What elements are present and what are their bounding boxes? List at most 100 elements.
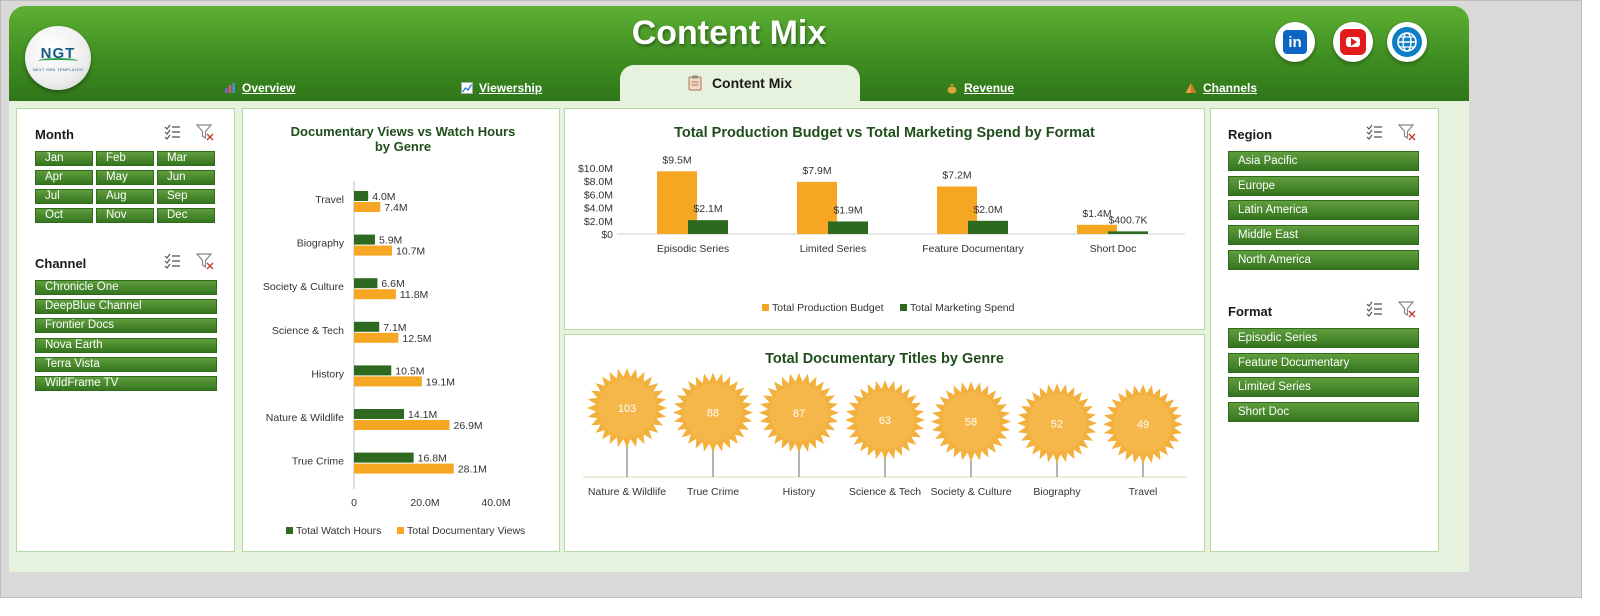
views-label: 26.9M — [453, 420, 482, 432]
marketing-spend-bar — [968, 220, 1008, 234]
month-option-oct[interactable]: Oct — [35, 208, 93, 223]
channel-option[interactable]: DeepBlue Channel — [35, 299, 217, 315]
month-option-jun[interactable]: Jun — [157, 170, 215, 185]
watch-hours-bar — [354, 321, 380, 332]
views-label: 7.4M — [384, 202, 407, 214]
website-button[interactable] — [1387, 22, 1427, 62]
value-label: 88 — [707, 408, 719, 420]
format-slicer-title: Format — [1228, 304, 1273, 319]
x-tick-label: 0 — [351, 497, 357, 509]
month-option-feb[interactable]: Feb — [96, 151, 154, 166]
y-tick-label: $2.0M — [584, 216, 613, 228]
month-option-apr[interactable]: Apr — [35, 170, 93, 185]
marketing-spend-label: $2.1M — [693, 203, 722, 215]
titles-by-genre-panel: Total Documentary Titles by Genre 103 Nat… — [564, 334, 1205, 552]
format-option[interactable]: Feature Documentary — [1228, 352, 1419, 373]
globe-icon — [1392, 27, 1422, 57]
category-label: Nature & Wildlife — [588, 486, 666, 498]
tab-viewership[interactable]: Viewership — [461, 76, 542, 100]
month-option-aug[interactable]: Aug — [96, 189, 154, 204]
budget-marketing-chart: $0$2.0M$4.0M$6.0M$8.0M$10.0M$9.5M$2.1MEp… — [578, 154, 1185, 314]
views-label: 11.8M — [400, 289, 428, 301]
month-option-may[interactable]: May — [96, 170, 154, 185]
region-option[interactable]: Europe — [1228, 175, 1419, 196]
views-label: 10.7M — [396, 246, 425, 258]
y-tick-label: $8.0M — [584, 176, 613, 188]
value-label: 52 — [1051, 418, 1063, 430]
value-label: 63 — [879, 415, 891, 427]
production-budget-label: $9.5M — [662, 154, 691, 166]
format-option[interactable]: Limited Series — [1228, 377, 1419, 398]
x-tick-label: 40.0M — [481, 497, 510, 509]
dashboard-frame: NGT NEXT GEN TEMPLATES Content Mix in Ov… — [9, 6, 1469, 572]
channel-option[interactable]: Terra Vista — [35, 356, 217, 372]
views-label: 12.5M — [402, 333, 431, 345]
marketing-spend-bar — [1108, 231, 1148, 234]
month-option-sep[interactable]: Sep — [157, 189, 215, 204]
marketing-spend-bar — [688, 220, 728, 234]
multi-select-icon[interactable] — [163, 123, 181, 141]
linkedin-button[interactable]: in — [1275, 22, 1315, 62]
channel-option[interactable]: Nova Earth — [35, 337, 217, 353]
month-option-nov[interactable]: Nov — [96, 208, 154, 223]
logo-swoosh — [38, 57, 78, 64]
clear-filter-icon[interactable] — [1398, 123, 1416, 141]
production-budget-label: $7.2M — [942, 169, 971, 181]
clear-filter-icon[interactable] — [196, 123, 214, 141]
pyramid-icon — [1185, 83, 1197, 93]
tab-label: Revenue — [964, 81, 1015, 95]
category-label: History — [783, 486, 816, 498]
format-option[interactable]: Episodic Series — [1228, 328, 1419, 348]
youtube-button[interactable] — [1333, 22, 1373, 62]
clear-filter-icon[interactable] — [1398, 300, 1416, 318]
format-option[interactable]: Short Doc — [1228, 402, 1419, 423]
watch-hours-bar — [354, 365, 392, 376]
region-option[interactable]: Middle East — [1228, 225, 1419, 246]
tab-revenue[interactable]: Revenue — [946, 76, 1014, 100]
legend-label-marketing: Total Marketing Spend — [910, 302, 1015, 314]
month-option-mar[interactable]: Mar — [157, 151, 215, 166]
views-bar — [354, 463, 454, 474]
month-option-jul[interactable]: Jul — [35, 189, 93, 204]
month-option-dec[interactable]: Dec — [157, 208, 215, 223]
watch-hours-bar — [354, 278, 378, 289]
category-label: Society & Culture — [263, 281, 344, 293]
clipboard-icon — [688, 75, 702, 91]
tab-label: Overview — [242, 81, 296, 95]
channel-option[interactable]: Frontier Docs — [35, 318, 217, 334]
clear-filter-icon[interactable] — [196, 252, 214, 270]
tab-channels[interactable]: Channels — [1185, 76, 1257, 100]
value-label: 103 — [618, 403, 636, 415]
views-bar — [354, 245, 392, 256]
legend-label-watch-hours: Total Watch Hours — [296, 525, 381, 537]
views-vs-watch-hours-panel: Documentary Views vs Watch Hours by Genr… — [242, 108, 560, 552]
region-slicer-title: Region — [1228, 127, 1273, 142]
watch-hours-bar — [354, 452, 414, 463]
region-option[interactable]: North America — [1228, 249, 1419, 270]
month-option-jan[interactable]: Jan — [35, 151, 93, 166]
page-title: Content Mix — [631, 14, 827, 52]
header-bar: NGT NEXT GEN TEMPLATES Content Mix in Ov… — [9, 6, 1469, 101]
x-tick-label: 20.0M — [410, 497, 439, 509]
marketing-spend-label: $2.0M — [973, 204, 1002, 216]
multi-select-icon[interactable] — [163, 252, 181, 270]
category-label: Biography — [297, 238, 345, 250]
category-label: Biography — [1033, 486, 1081, 498]
channel-option[interactable]: Chronicle One — [35, 280, 217, 295]
tab-overview[interactable]: Overview — [224, 76, 295, 100]
legend-label-views: Total Documentary Views — [407, 525, 525, 537]
legend-swatch-watch-hours — [286, 527, 293, 534]
multi-select-icon[interactable] — [1365, 300, 1383, 318]
category-label: Travel — [315, 194, 344, 206]
y-tick-label: $6.0M — [584, 189, 613, 201]
region-option[interactable]: Latin America — [1228, 200, 1419, 221]
views-label: 28.1M — [458, 464, 487, 476]
region-option[interactable]: Asia Pacific — [1228, 151, 1419, 171]
channel-option[interactable]: WildFrame TV — [35, 376, 217, 391]
money-bag-icon — [947, 84, 957, 94]
multi-select-icon[interactable] — [1365, 123, 1383, 141]
right-slicer-panel: Region Asia Pacific Europe Latin America Mi… — [1210, 108, 1439, 552]
views-bar — [354, 376, 422, 387]
tab-content-mix[interactable]: Content Mix — [620, 65, 860, 101]
budget-vs-marketing-panel: Total Production Budget vs Total Marketi… — [564, 108, 1205, 330]
